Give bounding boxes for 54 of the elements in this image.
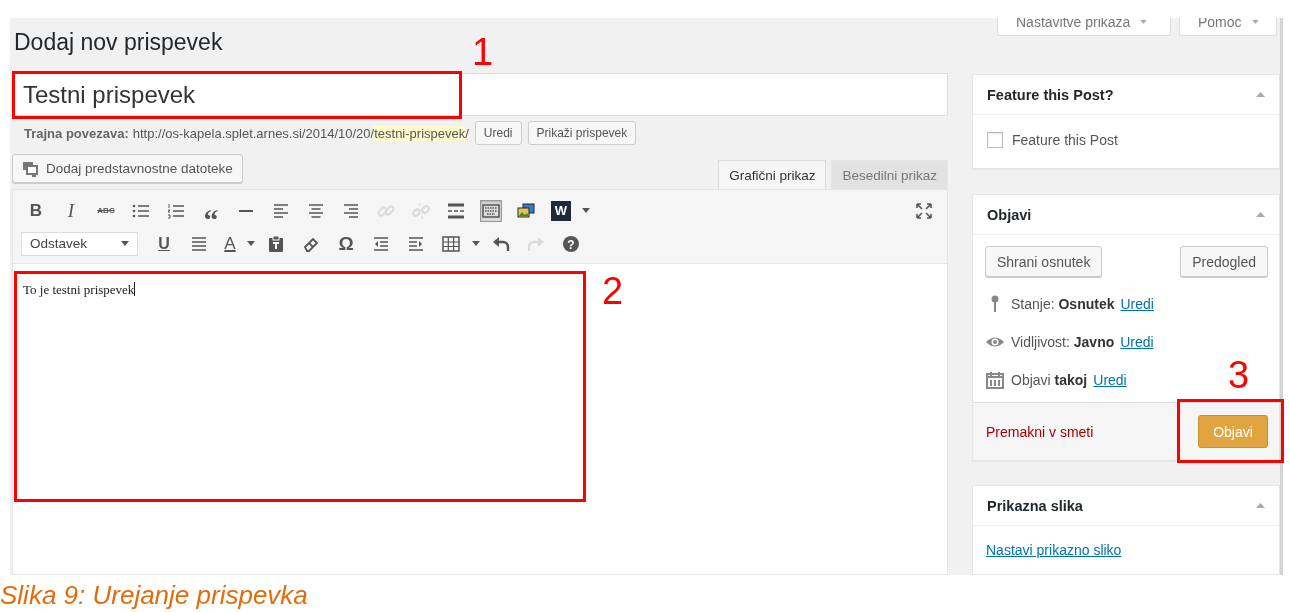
meta-text: Objavi takoj — [1011, 372, 1088, 388]
text-color-button[interactable]: A — [219, 229, 241, 258]
strikethrough-button[interactable]: ABC — [91, 196, 121, 225]
caret-icon — [1140, 20, 1148, 24]
meta-text: Stanje: Osnutek — [1011, 296, 1115, 312]
annotation-number: 2 — [602, 272, 624, 310]
meta-text: Vidljivost: Javno — [1011, 334, 1115, 350]
trash-link[interactable]: Premakni v smeti — [986, 423, 1094, 440]
fullscreen-icon[interactable] — [914, 200, 934, 221]
edit-link[interactable]: Uredi — [1120, 334, 1154, 350]
caret-icon — [121, 241, 129, 246]
table-icon[interactable] — [441, 233, 461, 254]
bold-button[interactable]: B — [21, 196, 51, 225]
panel-title: Feature this Post? — [987, 86, 1114, 103]
caret-icon[interactable] — [472, 241, 480, 246]
secondary-button[interactable]: Predogled — [1180, 246, 1268, 277]
quote-button[interactable]: “ — [196, 196, 226, 225]
permalink-url: http://os-kapela.splet.arnes.si/2014/10/20/testni-prispevek/ — [132, 125, 469, 141]
underline-button[interactable]: U — [149, 229, 179, 258]
edit-link[interactable]: Uredi — [1120, 296, 1154, 312]
special-character-button[interactable]: Ω — [331, 229, 361, 258]
panel-title: Prikazna slika — [987, 497, 1083, 514]
media-icon — [22, 160, 40, 177]
calendar-icon — [985, 370, 1005, 390]
add-media-button[interactable]: Dodaj predstavnostne datoteke — [12, 154, 243, 183]
annotation-number: 1 — [472, 33, 494, 71]
collapse-icon[interactable] — [1256, 503, 1265, 508]
help-icon[interactable]: ? — [561, 233, 581, 254]
annotation-number: 3 — [1228, 356, 1250, 394]
collapse-icon[interactable] — [1256, 92, 1265, 97]
permalink-button[interactable]: Prikaži prispevek — [527, 121, 637, 145]
format-select[interactable]: Odstavek — [21, 231, 138, 256]
editor-tab[interactable]: Besedilni prikaz — [831, 160, 948, 189]
secondary-button[interactable]: Shrani osnutek — [985, 246, 1103, 277]
permalink-label: Trajna povezava: — [24, 125, 129, 141]
collapse-icon[interactable] — [1256, 212, 1265, 217]
checkbox-label: Feature this Post — [1012, 132, 1118, 148]
logo-button[interactable]: W — [551, 200, 571, 221]
caret-icon[interactable] — [247, 241, 255, 246]
italic-button[interactable]: I — [56, 196, 86, 225]
panel-title: Objavi — [987, 206, 1032, 223]
clipboard-icon[interactable] — [266, 233, 286, 254]
caret-icon[interactable] — [582, 208, 590, 213]
page-title: Dodaj nov prispevek — [14, 28, 223, 57]
permalink-button[interactable]: Uredi — [474, 121, 522, 145]
editor-tab[interactable]: Grafični prikaz — [718, 160, 827, 189]
edit-link[interactable]: Uredi — [1093, 372, 1127, 388]
figure-caption: Slika 9: Urejanje prispevka — [0, 580, 309, 610]
images-icon[interactable] — [516, 200, 536, 221]
set-image-link[interactable]: Nastavi prikazno sliko — [986, 542, 1122, 558]
keyboard-icon[interactable] — [481, 200, 501, 221]
caret-icon — [1251, 20, 1259, 24]
title-field[interactable]: Testni prispevek — [12, 73, 948, 116]
checkbox[interactable] — [987, 132, 1003, 148]
